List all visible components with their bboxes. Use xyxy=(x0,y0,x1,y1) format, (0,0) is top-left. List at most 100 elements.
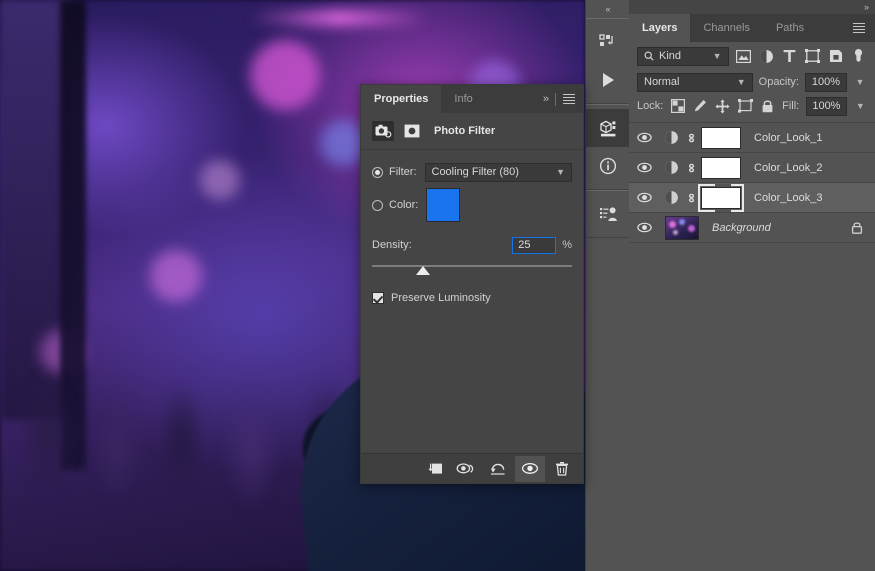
adjustment-layer-thumbnail[interactable] xyxy=(659,130,683,145)
tab-channels[interactable]: Channels xyxy=(690,14,762,42)
delete-layer-icon[interactable] xyxy=(547,456,577,482)
filter-label: Filter: xyxy=(389,166,417,178)
view-previous-state-icon[interactable] xyxy=(451,456,481,482)
layer-name: Color_Look_2 xyxy=(754,162,823,174)
color-row: Color: xyxy=(361,185,583,225)
photo-filter-camera-icon[interactable] xyxy=(372,121,394,141)
layer-name: Color_Look_1 xyxy=(754,132,823,144)
layers-collapse-button[interactable]: » xyxy=(864,2,868,12)
layer-mask-thumbnail[interactable] xyxy=(701,187,741,209)
rail-collapse-button[interactable]: « xyxy=(586,0,629,18)
toggle-visibility-icon[interactable] xyxy=(515,456,545,482)
density-row: Density: 25 % xyxy=(361,233,583,257)
layer-mask-link-icon[interactable] xyxy=(683,161,699,175)
layer-filter-row: Kind ▼ xyxy=(629,42,875,70)
opacity-input[interactable]: 100% xyxy=(805,73,847,92)
filter-toggle-icon[interactable] xyxy=(851,48,867,65)
clip-to-layer-icon[interactable] xyxy=(419,456,449,482)
tab-properties[interactable]: Properties xyxy=(361,85,441,113)
layer-mask-thumbnail[interactable] xyxy=(701,157,741,179)
pixel-filter-icon[interactable] xyxy=(736,48,752,65)
filter-select[interactable]: Cooling Filter (80) ▼ xyxy=(425,163,573,182)
opacity-label: Opacity: xyxy=(759,76,799,88)
tab-paths[interactable]: Paths xyxy=(763,14,817,42)
search-icon xyxy=(644,51,654,61)
filter-radio[interactable] xyxy=(372,167,383,178)
adjustment-layer-thumbnail[interactable] xyxy=(659,160,683,175)
properties-header: Photo Filter xyxy=(361,113,583,149)
properties-tab-controls: » xyxy=(543,85,583,113)
density-input[interactable]: 25 xyxy=(512,237,556,254)
layer-visibility-icon[interactable] xyxy=(629,192,659,203)
layers-panel: » Layers Channels Paths Kind ▼ xyxy=(629,0,875,571)
density-label: Density: xyxy=(372,239,412,251)
type-filter-icon[interactable] xyxy=(782,48,798,65)
lock-image-pixels-icon[interactable] xyxy=(693,98,708,114)
layer-visibility-icon[interactable] xyxy=(629,132,659,143)
smart-object-filter-icon[interactable] xyxy=(828,48,844,65)
kind-filter-label: Kind xyxy=(659,50,681,62)
lock-position-icon[interactable] xyxy=(715,98,730,114)
lock-label: Lock: xyxy=(637,100,663,112)
layer-mask-thumbnail[interactable] xyxy=(701,127,741,149)
layer-list: Color_Look_1 Color_Look_2 Color_Look_3 Back… xyxy=(629,122,875,243)
expand-panels-icon[interactable]: » xyxy=(543,93,548,105)
play-icon[interactable] xyxy=(586,61,630,99)
shape-filter-icon[interactable] xyxy=(805,48,821,65)
reset-icon[interactable] xyxy=(483,456,513,482)
layer-locked-icon xyxy=(851,221,863,234)
layer-name: Color_Look_3 xyxy=(754,192,823,204)
layer-name: Background xyxy=(712,222,771,234)
layers-menu-icon[interactable] xyxy=(843,14,875,42)
preserve-luminosity-label: Preserve Luminosity xyxy=(391,292,491,304)
table-row[interactable]: Color_Look_2 xyxy=(629,153,875,183)
photoshop-window: « xyxy=(0,0,875,571)
lock-artboard-icon[interactable] xyxy=(737,98,752,114)
table-row[interactable]: Background xyxy=(629,213,875,243)
lock-all-icon[interactable] xyxy=(760,98,775,114)
table-row[interactable]: Color_Look_1 xyxy=(629,123,875,153)
adjustment-layer-thumbnail[interactable] xyxy=(659,190,683,205)
layer-mask-link-icon[interactable] xyxy=(683,131,699,145)
rail-group-actions xyxy=(586,18,629,104)
fill-label: Fill: xyxy=(782,100,799,112)
layer-thumbnail[interactable] xyxy=(665,216,699,240)
chevron-down-icon: ▼ xyxy=(713,51,722,61)
lock-row: Lock: xyxy=(629,94,875,118)
density-slider-thumb[interactable] xyxy=(416,266,430,275)
lock-transparent-pixels-icon[interactable] xyxy=(670,98,685,114)
adjustment-filter-icon[interactable] xyxy=(759,48,775,65)
actions-icon[interactable] xyxy=(586,23,630,61)
filter-select-value: Cooling Filter (80) xyxy=(432,166,519,178)
opacity-chevron-down-icon[interactable]: ▼ xyxy=(853,73,867,92)
fill-chevron-down-icon[interactable]: ▼ xyxy=(854,97,867,116)
photo-bokeh xyxy=(200,160,240,200)
properties-title: Photo Filter xyxy=(434,125,495,137)
layer-visibility-icon[interactable] xyxy=(629,222,659,233)
divider xyxy=(361,149,583,150)
info-icon[interactable] xyxy=(586,147,630,185)
adjustment-mask-icon[interactable] xyxy=(401,121,423,141)
fill-input[interactable]: 100% xyxy=(806,97,846,116)
tab-layers[interactable]: Layers xyxy=(629,14,690,42)
chevron-down-icon: ▼ xyxy=(556,167,565,177)
properties-tab-strip: Properties Info » xyxy=(361,85,583,113)
tab-info[interactable]: Info xyxy=(441,85,485,113)
color-swatch[interactable] xyxy=(426,188,460,222)
preserve-luminosity-checkbox[interactable] xyxy=(372,292,384,304)
density-slider[interactable] xyxy=(361,260,583,278)
preserve-luminosity-row[interactable]: Preserve Luminosity xyxy=(361,286,583,310)
divider xyxy=(555,93,556,106)
adjustments-icon[interactable] xyxy=(586,109,630,147)
blend-mode-select[interactable]: Normal ▼ xyxy=(637,73,753,92)
color-radio[interactable] xyxy=(372,200,383,211)
clone-source-icon[interactable] xyxy=(586,195,630,233)
properties-menu-icon[interactable] xyxy=(563,94,575,104)
layer-mask-link-icon[interactable] xyxy=(683,191,699,205)
table-row[interactable]: Color_Look_3 xyxy=(629,183,875,213)
rail-group-clone xyxy=(586,190,629,238)
kind-filter-select[interactable]: Kind ▼ xyxy=(637,47,729,66)
filter-row: Filter: Cooling Filter (80) ▼ xyxy=(361,159,583,185)
layer-visibility-icon[interactable] xyxy=(629,162,659,173)
layers-panel-topbar: » xyxy=(629,0,875,14)
